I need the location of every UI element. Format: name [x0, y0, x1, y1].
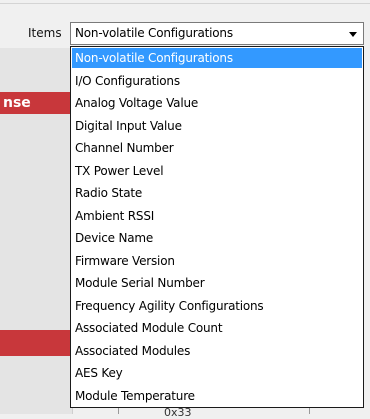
dropdown-option[interactable]: Device Name [72, 228, 362, 248]
dropdown-option[interactable]: I/O Configurations [72, 71, 362, 91]
items-label: Items [28, 26, 62, 40]
dropdown-option[interactable]: Analog Voltage Value [72, 93, 362, 113]
dropdown-option[interactable]: Module Serial Number [72, 273, 362, 293]
items-dropdown-list[interactable]: Non-volatile Configurations I/O Configura… [70, 46, 364, 408]
dropdown-option[interactable]: Ambient RSSI [72, 206, 362, 226]
chevron-down-icon[interactable] [349, 32, 357, 37]
items-combobox-value: Non-volatile Configurations [75, 26, 233, 40]
dropdown-option[interactable]: Radio State [72, 183, 362, 203]
dropdown-option[interactable]: Associated Module Count [72, 318, 362, 338]
dropdown-option[interactable]: Associated Modules [72, 341, 362, 361]
left-band-text: nse [3, 95, 31, 111]
dropdown-option[interactable]: Non-volatile Configurations [72, 48, 362, 68]
left-red-band: nse [0, 92, 72, 114]
items-combobox[interactable]: Non-volatile Configurations [70, 22, 364, 45]
left-red-band-2 [0, 330, 72, 356]
dropdown-option[interactable]: Channel Number [72, 138, 362, 158]
dropdown-option[interactable]: Firmware Version [72, 251, 362, 271]
dropdown-option[interactable]: Module Temperature [72, 386, 362, 406]
top-divider [0, 3, 370, 4]
dropdown-option[interactable]: AES Key [72, 363, 362, 383]
underlying-panel-edge [118, 408, 310, 414]
dropdown-option[interactable]: TX Power Level [72, 161, 362, 181]
dropdown-option[interactable]: Digital Input Value [72, 116, 362, 136]
dropdown-option[interactable]: Frequency Agility Configurations [72, 296, 362, 316]
